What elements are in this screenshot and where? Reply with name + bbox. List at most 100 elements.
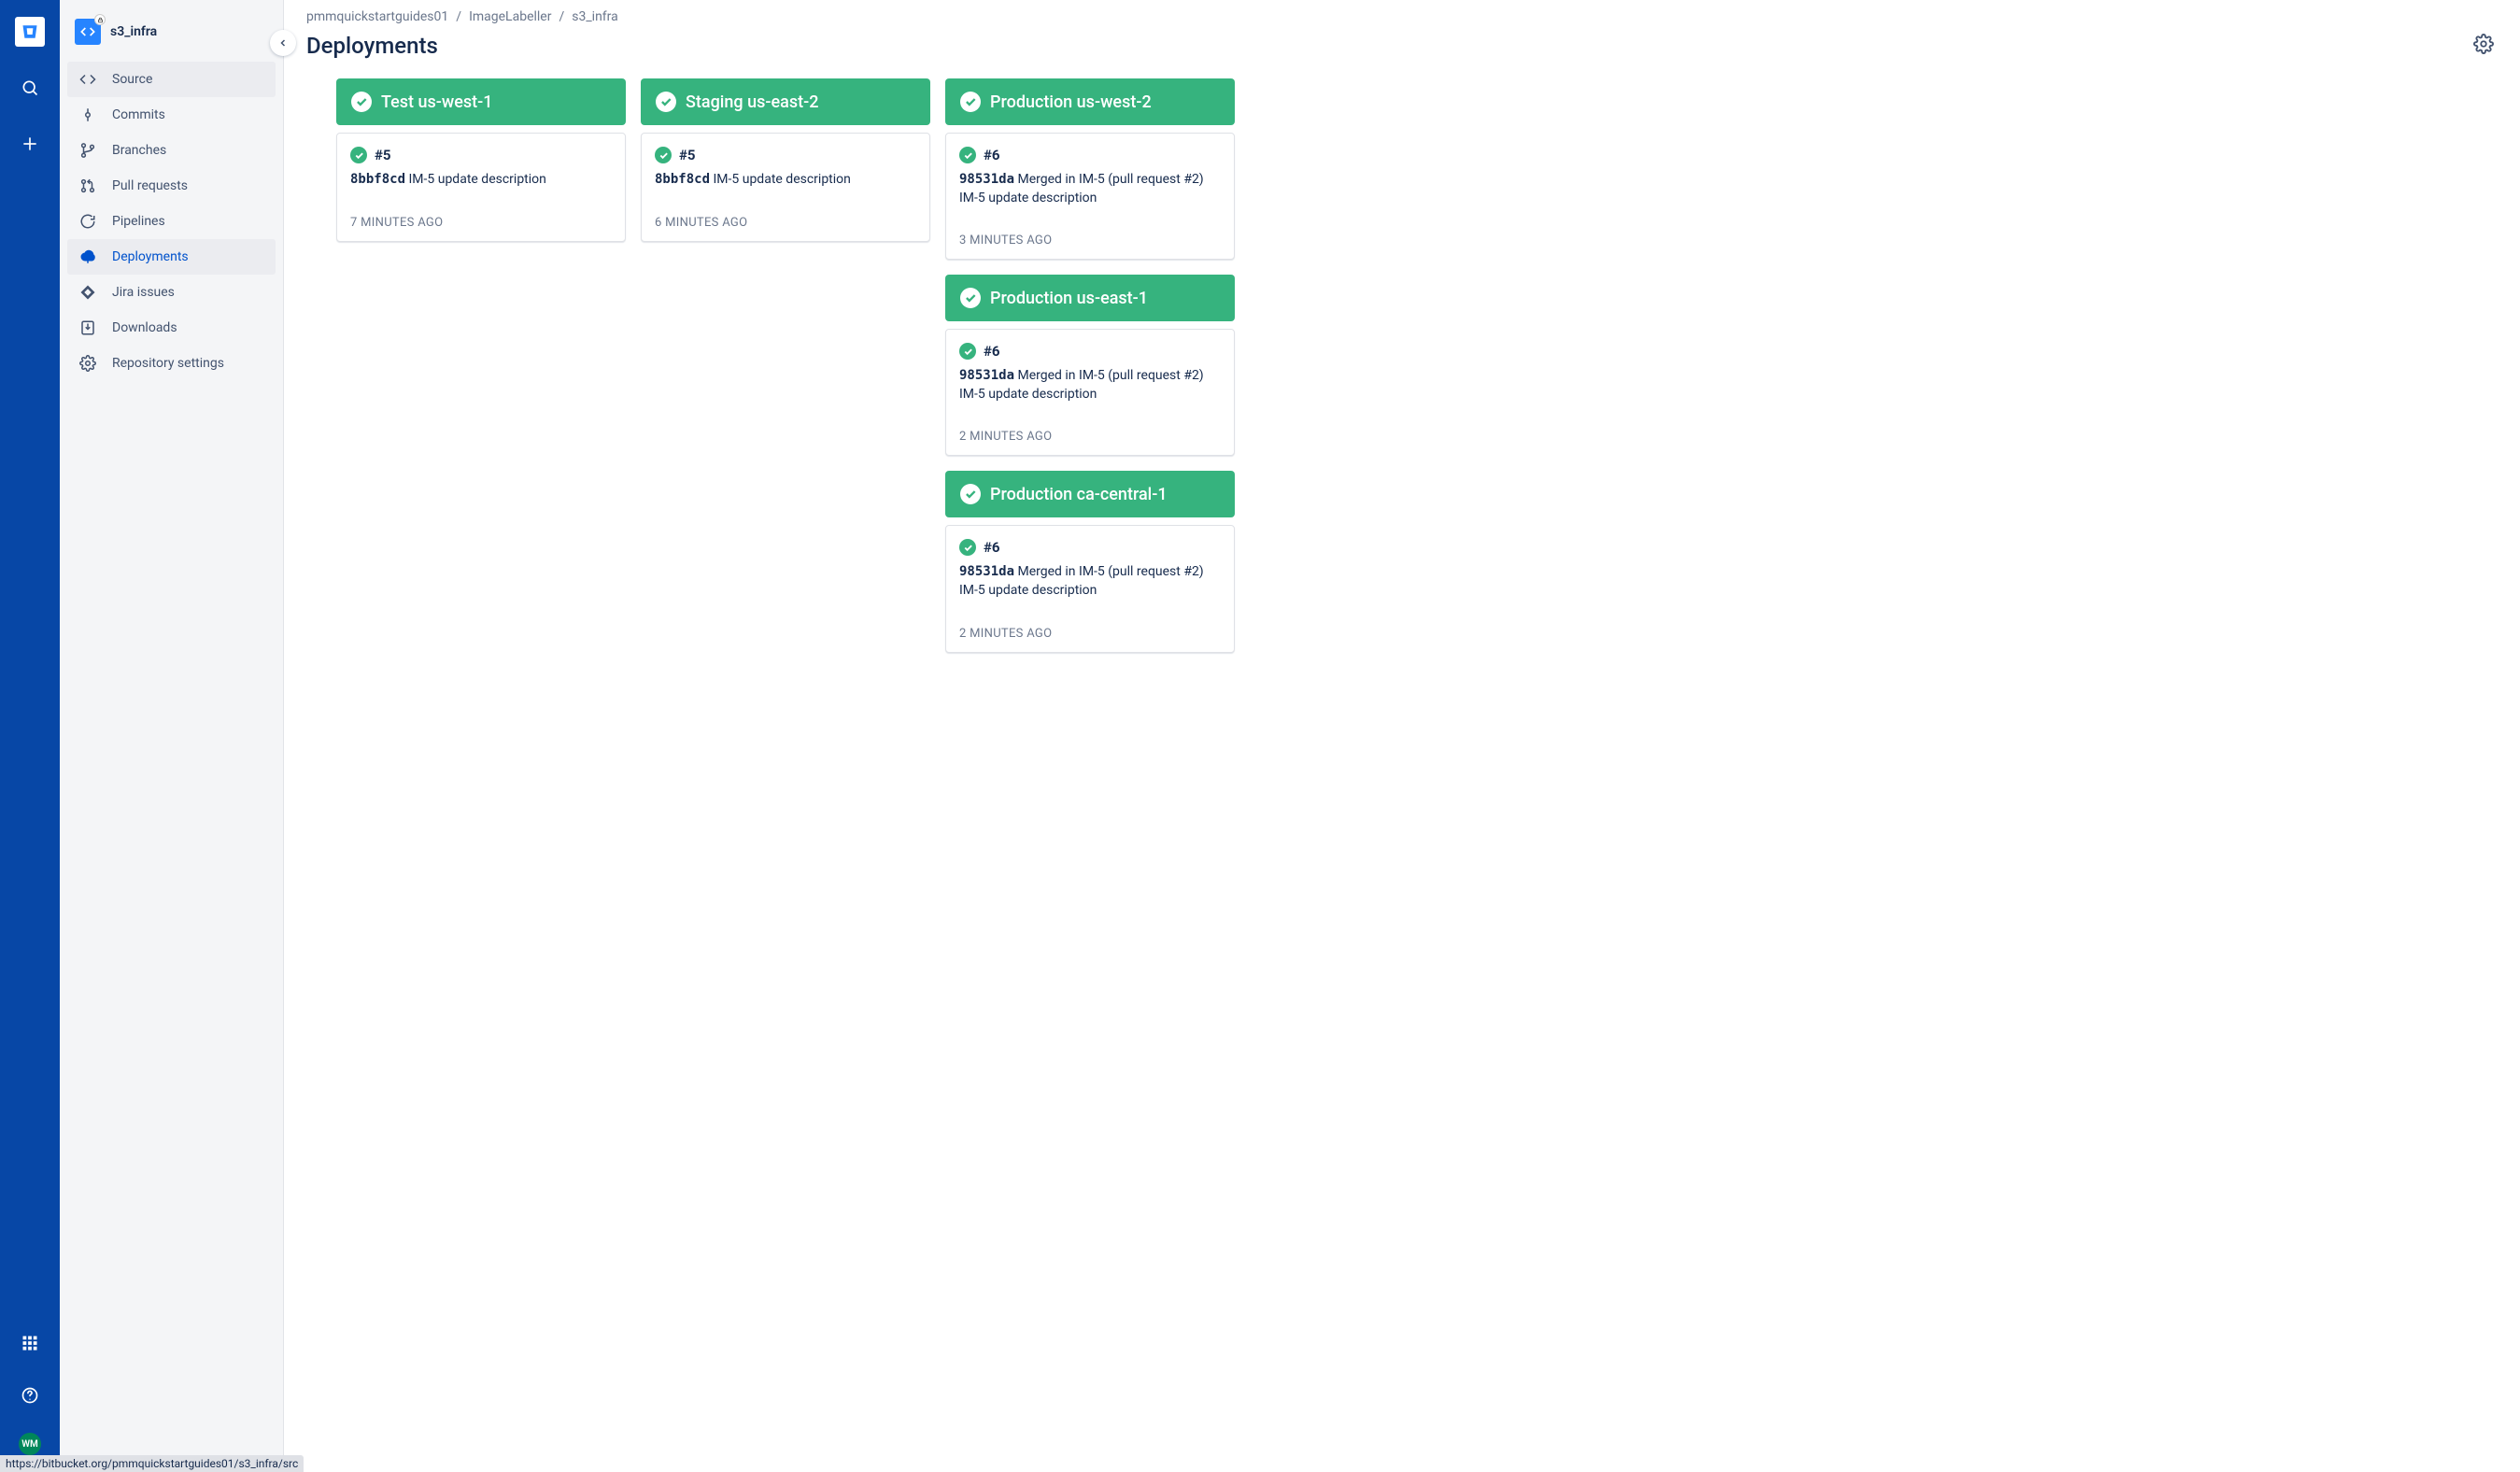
status-success-icon bbox=[351, 92, 372, 112]
sidebar-item-commits[interactable]: Commits bbox=[67, 97, 276, 133]
app-switcher-icon[interactable] bbox=[15, 1328, 45, 1358]
deployment-card[interactable]: #6 98531da Merged in IM-5 (pull request #… bbox=[945, 133, 1235, 260]
environment-name: Production ca-central-1 bbox=[990, 485, 1168, 504]
environment-header[interactable]: Staging us-east-2 bbox=[641, 78, 930, 125]
deployment-time: 6 MINUTES AGO bbox=[655, 216, 916, 230]
environment-card: Staging us-east-2 #5 8bbf8cd IM-5 update d… bbox=[641, 78, 930, 242]
lock-icon bbox=[94, 14, 106, 25]
deployment-column: Production us-west-2 #6 98531da Merged in … bbox=[945, 78, 1235, 653]
sidebar-item-label: Pull requests bbox=[112, 178, 188, 193]
commit-hash: 8bbf8cd bbox=[655, 172, 710, 187]
environment-header[interactable]: Production us-west-2 bbox=[945, 78, 1235, 125]
commit-hash: 98531da bbox=[959, 564, 1014, 579]
pullrequest-icon bbox=[78, 177, 97, 195]
environment-card: Production us-west-2 #6 98531da Merged in … bbox=[945, 78, 1235, 260]
pipelines-icon bbox=[78, 212, 97, 231]
sidebar-item-label: Jira issues bbox=[112, 285, 175, 300]
page-settings-button[interactable] bbox=[2470, 30, 2498, 62]
search-icon[interactable] bbox=[15, 73, 45, 103]
sidebar-item-downloads[interactable]: Downloads bbox=[67, 310, 276, 346]
repo-name: s3_infra bbox=[110, 24, 157, 39]
status-bar: https://bitbucket.org/pmmquickstartguide… bbox=[0, 1455, 304, 1472]
environment-header[interactable]: Test us-west-1 bbox=[336, 78, 626, 125]
environment-name: Staging us-east-2 bbox=[686, 92, 818, 112]
breadcrumb-item[interactable]: pmmquickstartguides01 bbox=[306, 9, 448, 24]
bitbucket-logo[interactable] bbox=[15, 17, 45, 47]
status-success-icon bbox=[656, 92, 676, 112]
page-title: Deployments bbox=[306, 33, 438, 59]
deployment-card[interactable]: #5 8bbf8cd IM-5 update description 7 MINUT… bbox=[336, 133, 626, 242]
build-status-success-icon bbox=[959, 343, 976, 360]
status-success-icon bbox=[960, 288, 981, 308]
deploy-icon bbox=[78, 248, 97, 266]
commit-message: 98531da Merged in IM-5 (pull request #2)… bbox=[959, 563, 1221, 600]
sidebar-item-label: Source bbox=[112, 72, 152, 87]
deployment-card[interactable]: #5 8bbf8cd IM-5 update description 6 MINUT… bbox=[641, 133, 930, 242]
commit-message: 8bbf8cd IM-5 update description bbox=[350, 171, 612, 190]
user-avatar[interactable]: WM bbox=[19, 1433, 41, 1455]
build-status-success-icon bbox=[959, 147, 976, 163]
status-success-icon bbox=[960, 484, 981, 504]
repo-header[interactable]: s3_infra bbox=[67, 15, 276, 62]
commit-message: 8bbf8cd IM-5 update description bbox=[655, 171, 916, 190]
sidebar-item-deployments[interactable]: Deployments bbox=[67, 239, 276, 275]
deployment-card[interactable]: #6 98531da Merged in IM-5 (pull request #… bbox=[945, 329, 1235, 456]
commit-message: 98531da Merged in IM-5 (pull request #2)… bbox=[959, 367, 1221, 403]
sidebar-item-label: Deployments bbox=[112, 249, 189, 264]
deployment-time: 2 MINUTES AGO bbox=[959, 627, 1221, 641]
commit-hash: 8bbf8cd bbox=[350, 172, 405, 187]
breadcrumb-item[interactable]: ImageLabeller bbox=[469, 9, 551, 24]
create-icon[interactable] bbox=[15, 129, 45, 159]
sidebar-item-label: Downloads bbox=[112, 320, 177, 335]
deployment-time: 7 MINUTES AGO bbox=[350, 216, 612, 230]
breadcrumb-separator: / bbox=[456, 9, 461, 24]
environment-name: Production us-east-1 bbox=[990, 289, 1148, 308]
breadcrumb-separator: / bbox=[559, 9, 564, 24]
deployment-time: 2 MINUTES AGO bbox=[959, 430, 1221, 444]
sidebar-item-pipelines[interactable]: Pipelines bbox=[67, 204, 276, 239]
build-number: #6 bbox=[984, 147, 1000, 163]
environment-card: Production ca-central-1 #6 98531da Merged … bbox=[945, 471, 1235, 652]
repo-sidebar: s3_infra Source Commits Branches Pull reque… bbox=[60, 0, 284, 1472]
help-icon[interactable] bbox=[15, 1380, 45, 1410]
build-status-success-icon bbox=[655, 147, 672, 163]
collapse-sidebar-button[interactable] bbox=[270, 30, 296, 56]
environment-header[interactable]: Production us-east-1 bbox=[945, 275, 1235, 321]
build-number: #5 bbox=[679, 147, 696, 163]
sidebar-item-source[interactable]: Source bbox=[67, 62, 276, 97]
deployment-column: Test us-west-1 #5 8bbf8cd IM-5 update desc… bbox=[336, 78, 626, 242]
environment-name: Production us-west-2 bbox=[990, 92, 1152, 112]
commit-hash: 98531da bbox=[959, 368, 1014, 383]
repo-avatar bbox=[75, 19, 101, 45]
jira-icon bbox=[78, 283, 97, 302]
environment-header[interactable]: Production ca-central-1 bbox=[945, 471, 1235, 517]
sidebar-item-pull-requests[interactable]: Pull requests bbox=[67, 168, 276, 204]
breadcrumb-item[interactable]: s3_infra bbox=[572, 9, 618, 24]
build-number: #6 bbox=[984, 343, 1000, 360]
build-number: #5 bbox=[375, 147, 391, 163]
sidebar-item-label: Repository settings bbox=[112, 356, 224, 371]
settings-icon bbox=[78, 354, 97, 373]
commit-hash: 98531da bbox=[959, 172, 1014, 187]
commit-icon bbox=[78, 106, 97, 124]
sidebar-item-jira-issues[interactable]: Jira issues bbox=[67, 275, 276, 310]
status-success-icon bbox=[960, 92, 981, 112]
commit-message: 98531da Merged in IM-5 (pull request #2)… bbox=[959, 171, 1221, 207]
environment-name: Test us-west-1 bbox=[381, 92, 493, 112]
sidebar-item-branches[interactable]: Branches bbox=[67, 133, 276, 168]
sidebar-item-label: Commits bbox=[112, 107, 165, 122]
sidebar-item-repository-settings[interactable]: Repository settings bbox=[67, 346, 276, 381]
sidebar-item-label: Branches bbox=[112, 143, 166, 158]
build-status-success-icon bbox=[959, 539, 976, 556]
main-content: pmmquickstartguides01 / ImageLabeller / s3_i… bbox=[284, 0, 2520, 1472]
sidebar-item-label: Pipelines bbox=[112, 214, 165, 229]
branch-icon bbox=[78, 141, 97, 160]
build-status-success-icon bbox=[350, 147, 367, 163]
environment-card: Test us-west-1 #5 8bbf8cd IM-5 update desc… bbox=[336, 78, 626, 242]
download-icon bbox=[78, 318, 97, 337]
global-nav: WM bbox=[0, 0, 60, 1472]
deployment-card[interactable]: #6 98531da Merged in IM-5 (pull request #… bbox=[945, 525, 1235, 652]
environment-card: Production us-east-1 #6 98531da Merged in … bbox=[945, 275, 1235, 456]
code-icon bbox=[78, 70, 97, 89]
build-number: #6 bbox=[984, 539, 1000, 556]
